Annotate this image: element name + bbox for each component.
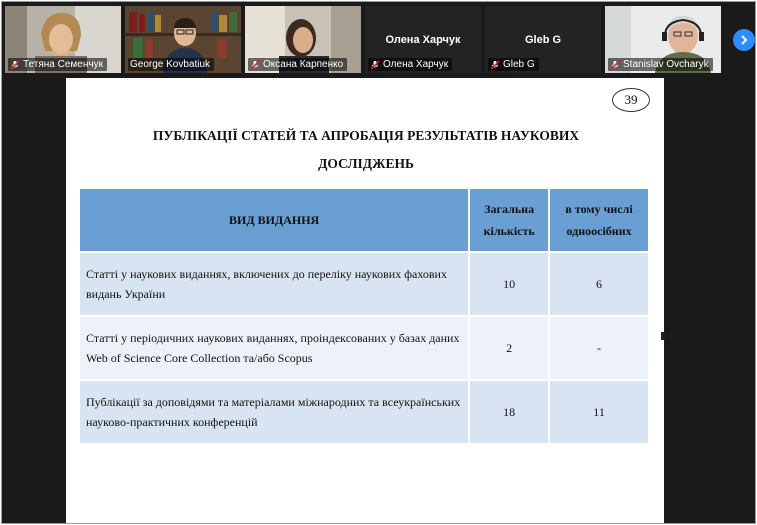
row-single: 11 [548, 379, 650, 445]
participant-name: Оксана Карпенко [263, 59, 344, 70]
participant-tile[interactable]: Олена Харчук Олена Харчук [365, 6, 481, 73]
row-total: 18 [468, 379, 551, 445]
mic-off-icon [370, 60, 380, 69]
participant-name: Stanislav Ovcharyk [623, 59, 709, 70]
row-single: 6 [548, 251, 650, 317]
column-header-type: ВИД ВИДАННЯ [77, 187, 471, 253]
row-single: - [548, 315, 650, 381]
participant-display-name: Олена Харчук [385, 34, 461, 46]
participant-label: George Kovbatiuk [128, 58, 215, 71]
mouse-cursor [661, 332, 665, 340]
slide-title: ПУБЛІКАЦІЇ СТАТЕЙ ТА АПРОБАЦІЯ РЕЗУЛЬТАТ… [152, 128, 580, 171]
participant-name: Тетяна Семенчук [23, 59, 103, 70]
table-row: Публікації за доповідями та матеріалами … [77, 379, 650, 445]
page-number: 39 [612, 88, 650, 112]
mic-off-icon [10, 60, 20, 69]
participant-tile[interactable]: Оксана Карпенко [245, 6, 361, 73]
participant-label: Олена Харчук [368, 58, 453, 71]
row-total: 10 [468, 251, 551, 317]
mic-off-icon [490, 60, 500, 69]
participant-display-name: Gleb G [524, 34, 562, 46]
next-participants-button[interactable] [733, 29, 755, 51]
table-row: Статті у періодичних наукових виданнях, … [77, 315, 650, 381]
participant-tile[interactable]: Gleb G Gleb G [485, 6, 601, 73]
row-type: Статті у періодичних наукових виданнях, … [77, 315, 471, 381]
participant-tile[interactable]: Тетяна Семенчук [5, 6, 121, 73]
column-header-single: в тому числі одноосібних [548, 187, 650, 253]
participant-tile[interactable]: Stanislav Ovcharyk [605, 6, 721, 73]
participant-strip: Тетяна Семенчук George Kovbatiuk Оксана … [2, 2, 755, 74]
row-total: 2 [468, 315, 551, 381]
row-type: Статті у наукових виданнях, включених до… [77, 251, 471, 317]
publications-table: ВИД ВИДАННЯ Загальна кількість в тому чи… [77, 187, 650, 445]
zoom-meeting-window: Тетяна Семенчук George Kovbatiuk Оксана … [1, 1, 756, 524]
shared-slide: 39 ПУБЛІКАЦІЇ СТАТЕЙ ТА АПРОБАЦІЯ РЕЗУЛЬ… [66, 78, 664, 523]
mic-off-icon [610, 60, 620, 69]
chevron-right-icon [741, 35, 748, 45]
column-header-total: Загальна кількість [468, 187, 551, 253]
participant-label: Тетяна Семенчук [8, 58, 107, 71]
participant-name: Gleb G [503, 59, 535, 70]
participant-label: Оксана Карпенко [248, 58, 348, 71]
participant-name: George Kovbatiuk [130, 59, 211, 70]
table-header-row: ВИД ВИДАННЯ Загальна кількість в тому чи… [77, 187, 650, 253]
table-row: Статті у наукових виданнях, включених до… [77, 251, 650, 317]
participant-label: Stanislav Ovcharyk [608, 58, 713, 71]
mic-off-icon [250, 60, 260, 69]
participant-label: Gleb G [488, 58, 539, 71]
participant-tile-active[interactable]: George Kovbatiuk [125, 6, 241, 73]
row-type: Публікації за доповідями та матеріалами … [77, 379, 471, 445]
participant-name: Олена Харчук [383, 59, 449, 70]
